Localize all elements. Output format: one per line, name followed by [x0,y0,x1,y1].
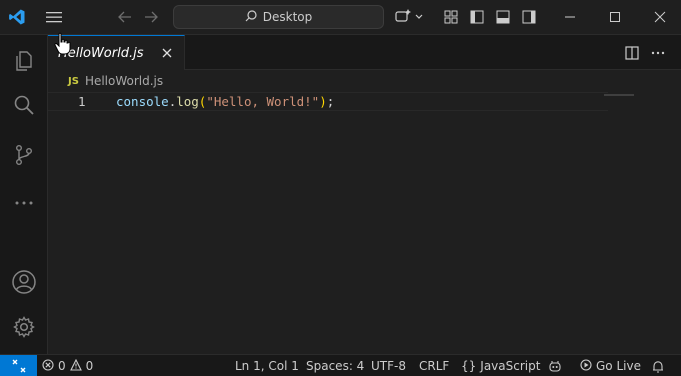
copilot-status-icon[interactable] [548,355,562,376]
error-count: 0 [58,359,66,373]
close-window-icon[interactable] [640,5,680,29]
search-icon [245,9,257,25]
more-actions-icon[interactable] [648,43,668,63]
title-bar: Desktop [0,0,681,35]
breadcrumb: JS HelloWorld.js [48,70,681,92]
minimize-icon[interactable] [550,5,590,29]
warning-count: 0 [85,359,94,373]
error-icon [42,358,54,374]
token-semicolon: ; [326,94,335,109]
menu-icon[interactable] [42,6,66,28]
code-text[interactable]: console.log("Hello, World!"); [116,94,334,109]
toggle-secondary-sidebar-icon[interactable] [519,7,539,27]
hand-cursor-icon [54,32,72,56]
code-editor[interactable]: 1 console.log("Hello, World!"); [48,92,681,354]
toggle-primary-sidebar-icon[interactable] [467,7,487,27]
activity-bar [0,35,48,354]
split-editor-icon[interactable] [622,43,642,63]
explorer-icon[interactable] [0,39,48,83]
maximize-icon[interactable] [595,5,635,29]
more-views-icon[interactable] [0,181,48,225]
indentation[interactable]: Spaces: 4 [306,355,364,376]
javascript-file-icon: JS [68,75,79,87]
copilot-sparkle-icon[interactable] [394,7,426,27]
warning-icon [69,358,82,374]
notifications-bell-icon[interactable] [652,355,664,376]
go-live-button[interactable]: Go Live [580,355,641,376]
minimap[interactable] [604,94,634,96]
encoding[interactable]: UTF-8 [371,355,406,376]
line-number: 1 [78,94,86,109]
remote-indicator-icon[interactable] [0,354,37,376]
editor-tabs-bar: HelloWorld.js [48,35,681,70]
search-view-icon[interactable] [0,83,48,127]
settings-gear-icon[interactable] [0,305,48,349]
vscode-logo-icon [6,6,28,28]
token-close-paren: ) [319,94,327,109]
close-tab-icon[interactable] [159,45,175,61]
braces-icon: {} [461,359,477,373]
token-method: log [176,94,199,109]
breadcrumb-file[interactable]: HelloWorld.js [85,74,163,88]
token-object: console [116,94,169,109]
end-of-line[interactable]: CRLF [419,355,449,376]
arrow-right-icon[interactable] [140,7,162,27]
code-line[interactable]: 1 console.log("Hello, World!"); [48,92,608,111]
toggle-panel-icon[interactable] [493,7,513,27]
cursor-position[interactable]: Ln 1, Col 1 [235,355,299,376]
language-label: JavaScript [480,359,541,373]
accounts-icon[interactable] [0,260,48,304]
command-center-search[interactable]: Desktop [173,5,384,29]
go-live-label: Go Live [596,359,641,373]
source-control-icon[interactable] [0,133,48,177]
search-label: Desktop [262,10,313,24]
status-bar: 0 0 Ln 1, Col 1 Spaces: 4 UTF-8 CRLF {} … [0,354,681,376]
language-mode[interactable]: {} JavaScript [461,355,540,376]
customize-layout-icon[interactable] [441,7,461,27]
broadcast-icon [580,358,592,374]
token-string: "Hello, World!" [206,94,320,109]
arrow-left-icon[interactable] [114,7,136,27]
problems-indicator[interactable]: 0 0 [42,355,93,376]
